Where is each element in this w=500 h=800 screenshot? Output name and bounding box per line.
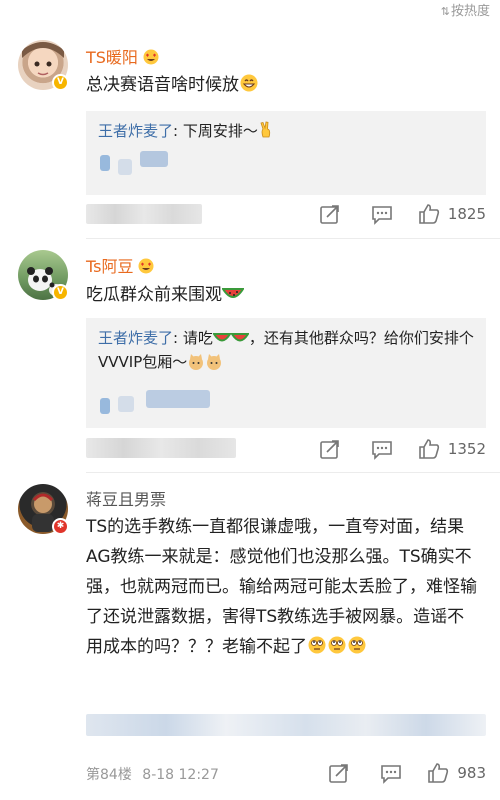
reply-box[interactable]: 王者炸麦了: 下周安排～ (86, 111, 486, 195)
floor-number: 第84楼 (86, 767, 132, 783)
comment-icon[interactable] (370, 202, 394, 226)
comment-icon[interactable] (370, 437, 394, 461)
comment-icon[interactable] (379, 761, 403, 785)
blurred-timestamp (86, 204, 202, 224)
sort-icon: ⇅ (440, 5, 450, 18)
like-icon (419, 439, 439, 459)
eye-roll-emoji-icon (328, 636, 346, 654)
watermelon-emoji-icon (222, 288, 244, 298)
like-button[interactable]: 983 (427, 762, 486, 784)
heart-eyes-emoji-icon (138, 258, 154, 274)
comment-meta: 第84楼 8-18 12:27 (86, 764, 219, 784)
verified-badge-icon: V (52, 284, 69, 301)
share-icon[interactable] (327, 761, 351, 785)
victory-hand-emoji-icon (260, 121, 270, 138)
eye-roll-emoji-icon (308, 636, 326, 654)
comment-text: TS的选手教练一直都很谦虚哦，一直夸对面，结果AG教练一来就是：感觉他们也没那么… (86, 517, 477, 657)
verified-badge-icon: V (52, 74, 69, 91)
reply-text: : 下周安排～ (173, 122, 258, 140)
watermelon-emoji-icon (212, 333, 231, 342)
blurred-text (100, 398, 110, 414)
blurred-text (140, 151, 168, 167)
sort-label: 按热度 (450, 4, 490, 19)
share-icon[interactable] (318, 202, 342, 226)
eye-roll-emoji-icon (348, 636, 366, 654)
like-icon (419, 204, 439, 224)
reply-author[interactable]: 王者炸麦了 (98, 329, 173, 347)
share-icon[interactable] (318, 437, 342, 461)
member-badge-icon: ✱ (52, 518, 69, 535)
like-count: 1825 (447, 205, 486, 223)
blurred-text (118, 396, 134, 412)
blurred-text (146, 390, 210, 408)
comment-text: 总决赛语音啥时候放 (86, 70, 480, 100)
blurred-text (86, 714, 486, 736)
reply-text: : 请吃 (173, 329, 213, 347)
like-count: 1352 (447, 440, 486, 458)
divider (86, 238, 500, 239)
cat-emoji-icon (207, 354, 222, 370)
reply-box[interactable]: 王者炸麦了: 请吃 ，还有其他群众吗？给你们安排个VVVIP包厢～ (86, 318, 486, 428)
like-icon (428, 763, 449, 783)
comment-actions: 983 (299, 761, 486, 785)
like-button[interactable]: 1825 (418, 203, 486, 225)
divider (86, 472, 500, 473)
heart-eyes-emoji-icon (143, 49, 159, 65)
sort-toggle[interactable]: ⇅ 按热度 (440, 0, 490, 19)
comment-actions: 1825 (290, 202, 486, 226)
grin-emoji-icon (240, 74, 258, 92)
username[interactable]: TS暖阳 (86, 44, 160, 68)
like-button[interactable]: 1352 (418, 438, 486, 460)
watermelon-emoji-icon (230, 333, 249, 342)
comment-actions: 1352 (290, 437, 486, 461)
blurred-text (100, 155, 110, 171)
blurred-timestamp (86, 438, 236, 458)
blurred-text (118, 159, 132, 175)
comment-text: 吃瓜群众前来围观 (86, 280, 480, 310)
reply-author[interactable]: 王者炸麦了 (98, 122, 173, 140)
timestamp: 8-18 12:27 (142, 767, 219, 783)
cat-emoji-icon (189, 354, 204, 370)
like-count: 983 (457, 764, 486, 782)
username[interactable]: Ts阿豆 (86, 253, 155, 277)
username[interactable]: 蒋豆且男票 (86, 486, 166, 510)
